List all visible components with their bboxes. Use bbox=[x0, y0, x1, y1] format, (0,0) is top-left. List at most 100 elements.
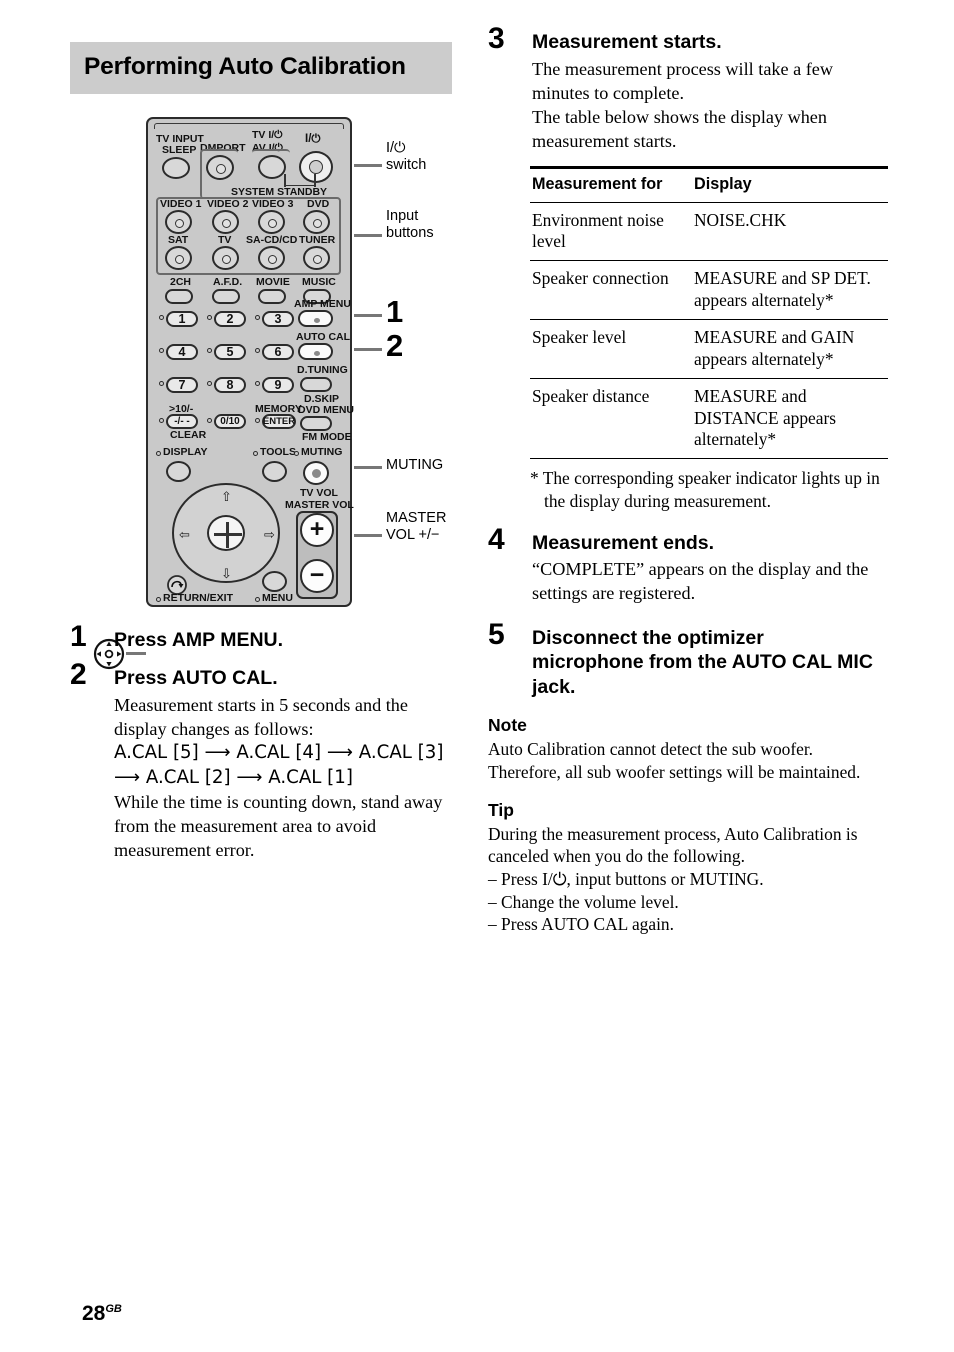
key-3[interactable]: 3 bbox=[262, 310, 294, 327]
button-video2[interactable] bbox=[212, 209, 239, 234]
dmport-group-bracket bbox=[200, 148, 238, 199]
table-header-display: Display bbox=[692, 165, 888, 203]
key-6[interactable]: 6 bbox=[262, 343, 294, 360]
button-tv[interactable] bbox=[212, 245, 239, 270]
label-clear: CLEAR bbox=[170, 428, 207, 441]
key-5[interactable]: 5 bbox=[214, 343, 246, 360]
step-4-para-1: “COMPLETE” appears on the display and th… bbox=[532, 559, 869, 604]
label-video3: VIDEO 3 bbox=[252, 197, 294, 210]
button-sacd-cd[interactable] bbox=[258, 245, 285, 270]
label-tv-vol: TV VOL bbox=[300, 486, 338, 499]
button-video3[interactable] bbox=[258, 209, 285, 234]
button-sleep[interactable] bbox=[162, 156, 190, 179]
step-3-para-2: The table below shows the display when m… bbox=[532, 107, 827, 152]
step-4-number: 4 bbox=[488, 522, 505, 556]
button-d-tuning[interactable] bbox=[300, 376, 332, 392]
button-tuner[interactable] bbox=[303, 245, 330, 270]
button-amp-menu[interactable] bbox=[298, 309, 333, 327]
table-cell-display: NOISE.CHK bbox=[692, 202, 888, 262]
key-2[interactable]: 2 bbox=[214, 310, 246, 327]
callout-master-vol: MASTER VOL +/− bbox=[386, 509, 447, 544]
button-muting-inner bbox=[312, 468, 321, 478]
button-afd[interactable] bbox=[212, 288, 240, 304]
button-dvd-menu[interactable] bbox=[300, 415, 332, 431]
callout-input-buttons: Input buttons bbox=[386, 207, 434, 242]
key1-indicator bbox=[159, 314, 164, 320]
step-3-body: The measurement process will take a few … bbox=[532, 57, 880, 154]
key-0-10[interactable]: 0/10 bbox=[214, 413, 246, 429]
button-muting[interactable] bbox=[303, 460, 329, 485]
label-master-vol: MASTER VOL bbox=[285, 498, 354, 511]
button-menu[interactable] bbox=[262, 570, 287, 592]
key-7[interactable]: 7 bbox=[166, 376, 198, 393]
dpad-down-icon[interactable]: ⇩ bbox=[221, 567, 232, 580]
label-return-exit: RETURN/EXIT bbox=[163, 591, 234, 604]
tip-item-2: – Change the volume level. bbox=[488, 891, 679, 912]
step-3-number: 3 bbox=[488, 22, 505, 55]
step-5-number: 5 bbox=[488, 617, 505, 651]
button-2ch[interactable] bbox=[165, 288, 193, 304]
dpad-up-icon[interactable]: ⇧ bbox=[221, 490, 232, 503]
button-video3-inner bbox=[268, 218, 277, 228]
button-dvd-inner bbox=[313, 218, 322, 228]
label-2ch: 2CH bbox=[170, 275, 192, 288]
tvav-group-bracket bbox=[252, 148, 290, 199]
tip-intro: During the measurement process, Auto Cal… bbox=[488, 823, 858, 867]
label-main-power: I/⏻ bbox=[305, 132, 321, 145]
label-amp-menu: AMP MENU bbox=[294, 297, 351, 310]
tip-body: During the measurement process, Auto Cal… bbox=[488, 823, 880, 936]
key-8[interactable]: 8 bbox=[214, 376, 246, 393]
step-1-title: Press AMP MENU. bbox=[114, 628, 284, 651]
page-title: Performing Auto Calibration bbox=[70, 42, 452, 94]
button-sat[interactable] bbox=[165, 245, 192, 270]
note-heading: Note bbox=[488, 715, 527, 736]
button-movie[interactable] bbox=[258, 288, 286, 304]
tip-heading: Tip bbox=[488, 799, 514, 820]
label-afd: A.F.D. bbox=[213, 275, 243, 288]
note-text: Auto Calibration cannot detect the sub w… bbox=[488, 739, 861, 783]
table-header-row: Measurement for Display bbox=[530, 165, 888, 203]
return-indicator bbox=[156, 596, 161, 602]
dpad-center-button[interactable] bbox=[207, 514, 245, 551]
button-auto-cal[interactable] bbox=[298, 342, 333, 360]
label-music: MUSIC bbox=[302, 275, 336, 288]
step-5-title: Disconnect the optimizer microphone from… bbox=[532, 626, 873, 698]
label-menu: MENU bbox=[262, 591, 293, 604]
label-tv: TV bbox=[218, 233, 232, 246]
button-video1[interactable] bbox=[165, 209, 192, 234]
table-row: Speaker distance MEASURE and DISTANCE ap… bbox=[530, 378, 888, 460]
button-sat-inner bbox=[175, 254, 184, 264]
label-tuner: TUNER bbox=[299, 233, 336, 246]
key4-indicator bbox=[159, 347, 164, 353]
button-tools[interactable] bbox=[262, 460, 287, 482]
key-9[interactable]: 9 bbox=[262, 376, 294, 393]
dpad-center-hbar bbox=[214, 532, 242, 536]
step-2-para-2: A.CAL [5] ⟶ A.CAL [4] ⟶ A.CAL [3] ⟶ A.CA… bbox=[114, 742, 444, 788]
label-d-tuning: D.TUNING bbox=[297, 363, 348, 376]
leader-line-step1 bbox=[354, 313, 382, 317]
button-dvd[interactable] bbox=[303, 209, 330, 234]
key-1[interactable]: 1 bbox=[166, 310, 198, 327]
button-main-power[interactable] bbox=[299, 150, 333, 183]
label-dvd: DVD bbox=[307, 197, 330, 210]
dpad-left-icon[interactable]: ⇦ bbox=[179, 528, 190, 541]
label-tv-power: TV I/⏻ bbox=[252, 128, 283, 141]
button-volume-down[interactable]: − bbox=[300, 558, 334, 593]
key-dash-dash[interactable]: -/- - bbox=[166, 413, 198, 429]
table-cell-measurement: Environment noise level bbox=[530, 202, 692, 262]
key-4[interactable]: 4 bbox=[166, 343, 198, 360]
key2-indicator bbox=[207, 314, 212, 320]
right-column: 3 Measurement starts. The measurement pr… bbox=[488, 24, 888, 936]
key7-indicator bbox=[159, 380, 164, 386]
step-2-number: 2 bbox=[70, 658, 87, 692]
button-display[interactable] bbox=[166, 460, 191, 482]
table-cell-display: MEASURE and GAIN appears alternately* bbox=[692, 319, 888, 380]
table-cell-display: MEASURE and DISTANCE appears alternately… bbox=[692, 378, 888, 460]
leader-line-input bbox=[354, 233, 382, 237]
display-indicator bbox=[156, 450, 161, 456]
button-main-power-inner bbox=[309, 159, 323, 174]
button-volume-up[interactable]: + bbox=[300, 512, 334, 547]
button-tv-inner bbox=[222, 254, 231, 264]
key-enter[interactable]: ENTER bbox=[262, 413, 296, 429]
dpad-right-icon[interactable]: ⇨ bbox=[264, 528, 275, 541]
